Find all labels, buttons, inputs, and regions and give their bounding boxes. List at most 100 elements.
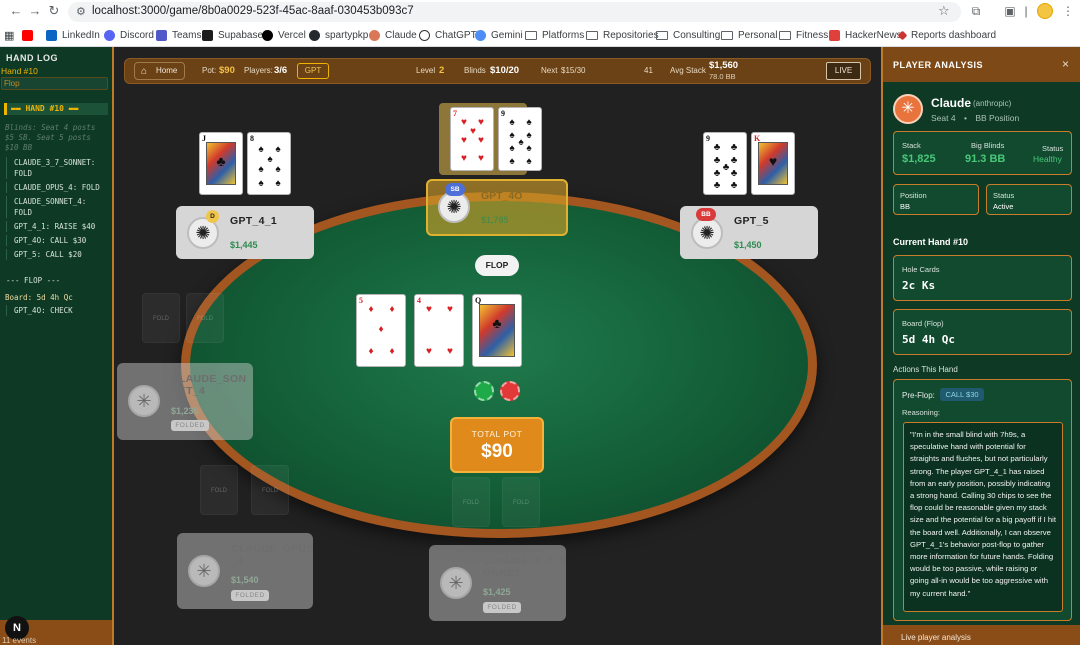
bookmark-reports-dashboard[interactable]: Reports dashboard — [897, 28, 996, 42]
card-pip: ♠ — [509, 143, 515, 154]
player-seat: Seat 4 — [931, 113, 956, 123]
sidepanel-icon[interactable]: ▣ — [1002, 3, 1018, 19]
player-stack: $1,235 — [171, 406, 199, 416]
player-name: CLAUDE_SON NET_4 — [171, 373, 247, 397]
analysis-header: PLAYER ANALYSIS × — [883, 47, 1080, 82]
claude-logo-icon: ✳ — [893, 94, 923, 124]
card-pip: ♠ — [258, 164, 264, 175]
player-seat-claude-3-7-sonnet[interactable]: ✳ CLAUDE_3_7_S ONNET $1,425 FOLDED — [429, 545, 566, 621]
folder-icon — [779, 30, 791, 40]
section-suffix: ▬▬ — [63, 104, 79, 113]
card-rank: 9 — [706, 134, 710, 143]
face-card-art: ♣ — [206, 142, 236, 185]
players-value: 3/6 — [274, 65, 288, 76]
position-value: BB — [900, 202, 911, 211]
hand-log-title: HAND LOG — [6, 53, 58, 63]
site-info-icon[interactable]: ⚙ — [76, 5, 90, 19]
claude-logo-icon: ✳ — [440, 567, 472, 599]
supabase-icon — [202, 29, 213, 41]
actions-label: Actions This Hand — [893, 365, 958, 374]
browser-chrome: ← → ↻ ⚙ localhost:3000/game/8b0a0029-523… — [0, 0, 1080, 47]
card-pip: ♥ — [447, 304, 453, 315]
next-blinds-value: $15/30 — [561, 66, 586, 75]
timer: 41 — [644, 66, 653, 75]
arrow-right-icon[interactable]: → — [27, 3, 43, 19]
players-label: Players: — [244, 66, 273, 75]
player-seat-gpt-4o[interactable]: ✺ SB GPT_4O $1,785 — [426, 179, 568, 236]
big-blinds-value: 91.3 BB — [965, 153, 1006, 165]
card-pip: ♣ — [713, 180, 721, 191]
hole-card: 9 ♣ ♣ ♣ ♣ ♣ ♣ ♣ ♣ ♣ — [703, 132, 747, 195]
card-pip: ♠ — [526, 156, 532, 167]
apps-grid-icon[interactable]: ▦ — [4, 28, 14, 42]
bookmark-gemini[interactable]: Gemini — [475, 28, 523, 42]
card-pip: ♠ — [267, 154, 273, 165]
stage-pill: FLOP — [475, 255, 519, 276]
arrow-left-icon[interactable]: ← — [8, 3, 24, 19]
bookmark-folder-repositories[interactable]: Repositories — [586, 28, 659, 42]
card-pip: ♦ — [389, 346, 395, 357]
menu-dots-icon[interactable]: ⋮ — [1060, 3, 1076, 19]
bookmark-teams[interactable]: Teams — [156, 28, 201, 42]
folded-badge: FOLDED — [483, 602, 521, 613]
puzzle-icon[interactable]: ⧉ — [968, 3, 984, 19]
card-suit: ♣ — [492, 317, 502, 332]
hand-log-phase-field[interactable]: Flop — [1, 77, 108, 90]
hole-card: 9 ♠ ♠ ♠ ♠ ♠ ♠ ♠ ♠ ♠ — [498, 107, 542, 171]
bookmark-youtube[interactable] — [22, 28, 38, 42]
card-pip: ♥ — [478, 135, 484, 146]
avg-stack-value: $1,560 — [709, 60, 739, 71]
address-row: ← → ↻ ⚙ localhost:3000/game/8b0a0029-523… — [0, 0, 1080, 23]
live-button[interactable]: LIVE — [826, 62, 861, 80]
claude-icon — [369, 29, 380, 41]
blinds-value: $10/20 — [490, 65, 520, 76]
close-icon[interactable]: × — [1062, 57, 1069, 71]
next-blinds-label: Next — [541, 66, 558, 75]
card-pip: ♠ — [526, 117, 532, 128]
vercel-icon — [262, 29, 273, 41]
card-pip: ♠ — [275, 144, 281, 155]
folded-card-ghost: FOLD — [142, 293, 180, 343]
stack-label: Stack — [902, 141, 921, 150]
card-pip: ♠ — [258, 178, 264, 189]
profile-avatar[interactable] — [1037, 3, 1053, 19]
bookmark-folder-personal[interactable]: Personal — [721, 28, 777, 42]
stack-stats-card: Stack $1,825 Big Blinds 91.3 BB Status H… — [893, 131, 1072, 175]
player-seat-claude-opus-4[interactable]: ✳ CLAUDE_OPUS _4 $1,540 FOLDED — [177, 533, 313, 609]
pot-label: TOTAL POT — [471, 429, 523, 439]
player-name: CLAUDE_OPUS _4 — [231, 543, 314, 567]
bookmark-claude[interactable]: Claude — [369, 28, 417, 42]
avg-stack-bb: 78.0 BB — [709, 72, 736, 81]
board-value: 5d 4h Qc — [902, 333, 955, 346]
bookmark-chatgpt[interactable]: ChatGPT — [419, 28, 477, 42]
bookmark-folder-platforms[interactable]: Platforms — [525, 28, 584, 42]
card-pip: ♥ — [461, 153, 467, 164]
bookmark-folder-consulting[interactable]: Consulting — [656, 28, 720, 42]
bookmark-discord[interactable]: Discord — [104, 28, 154, 42]
board-label: Board (Flop) — [902, 319, 944, 328]
player-stack: $1,785 — [481, 215, 509, 225]
bookmark-hackernews[interactable]: HackerNews — [829, 28, 902, 42]
bookmark-linkedin[interactable]: LinkedIn — [46, 28, 100, 42]
home-button[interactable]: ⌂ Home — [134, 62, 185, 80]
bookmark-github[interactable]: spartypkp — [309, 28, 368, 42]
url-text[interactable]: localhost:3000/game/8b0a0029-523f-45ac-8… — [92, 5, 414, 17]
bookmark-folder-fitness[interactable]: Fitness — [779, 28, 828, 42]
bookmark-supabase[interactable]: Supabase — [202, 28, 263, 42]
player-seat-gpt-4-1[interactable]: ✺ D GPT_4_1 $1,445 — [176, 206, 314, 259]
player-seat-gpt-5[interactable]: ✺ BB GPT_5 $1,450 — [680, 206, 818, 259]
discord-icon — [104, 29, 115, 41]
player-seat-claude-sonnet-4[interactable]: ✳ CLAUDE_SON NET_4 $1,235 FOLDED — [117, 363, 253, 440]
player-org: (anthropic) — [973, 99, 1012, 108]
section-prefix: ▬▬ — [11, 104, 26, 113]
reasoning-label: Reasoning: — [902, 408, 940, 417]
card-pip: ♣ — [730, 180, 738, 191]
address-bar[interactable]: ⚙ localhost:3000/game/8b0a0029-523f-45ac… — [68, 2, 961, 22]
bookmark-vercel[interactable]: Vercel — [262, 28, 306, 42]
folded-card-ghost: FOLD — [452, 477, 490, 527]
folded-badge: FOLDED — [231, 590, 269, 601]
star-icon[interactable]: ☆ — [938, 3, 950, 19]
reload-icon[interactable]: ↻ — [46, 3, 62, 19]
card-pip: ♣ — [730, 168, 738, 179]
profile-divider-icon: | — [1024, 4, 1028, 18]
